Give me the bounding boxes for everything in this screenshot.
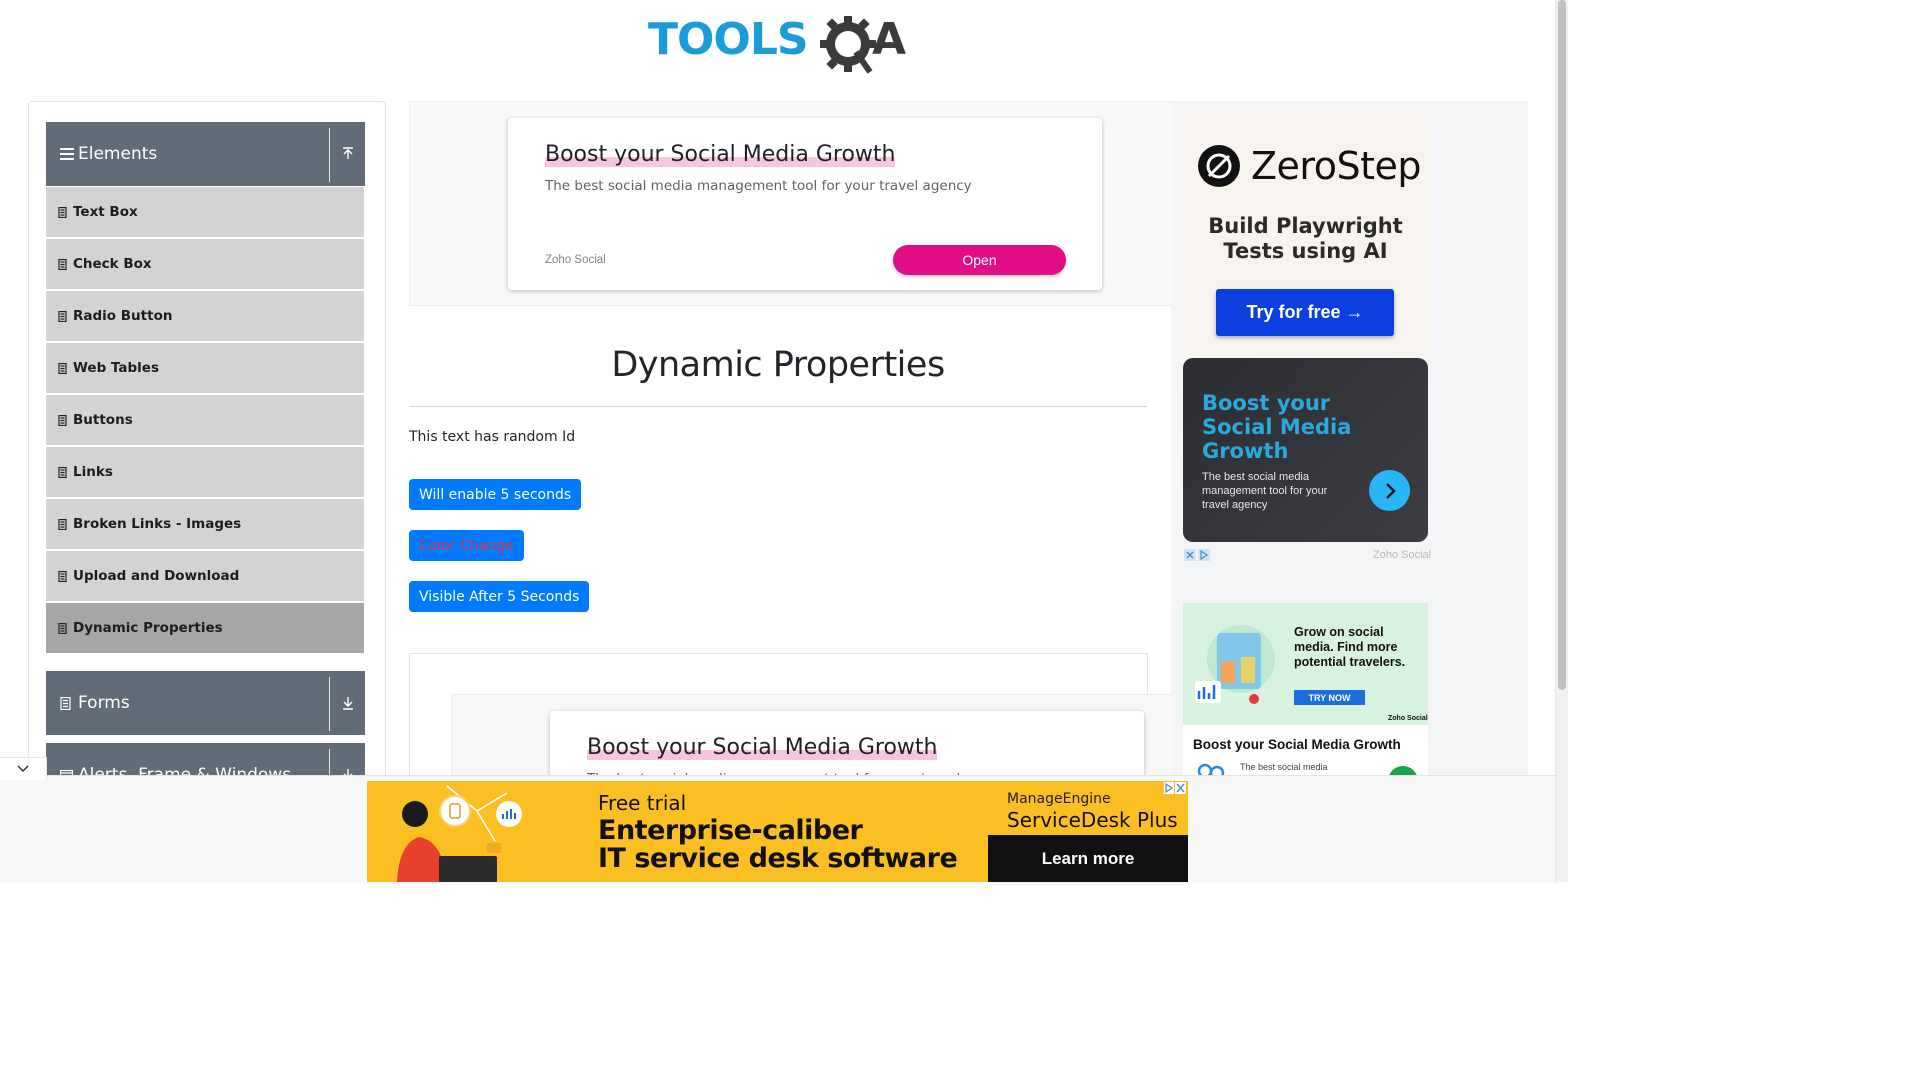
banner-headline-line-1: Enterprise-caliber <box>598 815 863 846</box>
menu-item-label: Buttons <box>73 412 133 428</box>
ad-image-area: Grow on social media. Find more potentia… <box>1183 603 1428 725</box>
zerostep-tagline: Build Playwright Tests using AI <box>1208 214 1403 263</box>
expand-arrow-icon[interactable] <box>338 693 358 713</box>
chevron-down-icon <box>17 765 29 773</box>
menu-item-label: Links <box>73 464 113 480</box>
zoho-dark-ad[interactable]: Boost your Social Media Growth The best … <box>1183 358 1428 542</box>
person-laptop-illustration-icon <box>397 785 522 882</box>
page-title: Dynamic Properties <box>611 345 945 385</box>
adchoices-icon[interactable] <box>1184 549 1210 561</box>
document-icon <box>58 206 67 218</box>
group-title: Elements <box>78 144 158 164</box>
ad-title: Boost your Social Media Growth <box>1193 737 1401 752</box>
group-title: Forms <box>78 693 130 713</box>
ad-open-button[interactable]: Open <box>893 245 1066 275</box>
ad-brand: Zoho Social <box>545 254 606 266</box>
menu-item-check-box[interactable]: Check Box <box>46 239 364 291</box>
menu-item-label: Dynamic Properties <box>73 620 223 636</box>
banner-headline: Enterprise-caliber IT service desk softw… <box>598 815 958 874</box>
ad-brand: Zoho Social <box>1373 549 1432 561</box>
document-icon <box>58 310 67 322</box>
ad-title: Boost your Social Media Growth <box>587 735 938 760</box>
form-icon <box>60 696 74 710</box>
banner-brand-product: ServiceDesk Plus <box>1007 808 1178 832</box>
document-icon <box>58 622 67 634</box>
title-divider <box>409 406 1147 407</box>
document-icon <box>58 570 67 582</box>
ad-title: Boost your Social Media Growth <box>1202 391 1352 463</box>
zerostep-name: ZeroStep <box>1251 144 1421 188</box>
document-icon <box>58 466 67 478</box>
menu-item-upload-download[interactable]: Upload and Download <box>46 551 364 603</box>
servicedesk-banner-ad[interactable]: Free trial Enterprise-caliber IT service… <box>367 781 1188 882</box>
ad-description: The best social media <box>1240 762 1328 772</box>
visible-after-button[interactable]: Visible After 5 Seconds <box>409 581 590 612</box>
top-ad-card[interactable]: Boost your Social Media Growth The best … <box>508 118 1102 290</box>
random-id-text: This text has random Id <box>409 429 576 445</box>
collapse-ad-button[interactable] <box>0 757 47 780</box>
document-icon <box>58 414 67 426</box>
hamburger-icon <box>60 148 74 160</box>
menu-item-label: Text Box <box>73 204 138 220</box>
collapse-arrow-icon[interactable] <box>338 144 358 164</box>
menu-item-dynamic-properties[interactable]: Dynamic Properties <box>46 603 364 655</box>
scrollbar-thumb[interactable] <box>1558 0 1566 690</box>
menu-item-label: Radio Button <box>73 308 173 324</box>
group-header-elements[interactable]: Elements <box>46 122 365 186</box>
learn-more-button[interactable]: Learn more <box>988 835 1188 882</box>
page-scrollbar[interactable] <box>1555 0 1568 882</box>
ad-description: The best social media management tool fo… <box>1202 471 1328 511</box>
travel-illustration-icon <box>1195 625 1275 704</box>
ad-description: The best social media management tool fo… <box>545 178 972 194</box>
menu-item-label: Check Box <box>73 256 152 272</box>
ad-title: Boost your Social Media Growth <box>545 142 896 167</box>
divider <box>329 128 330 182</box>
ad-headline: Grow on social media. Find more potentia… <box>1294 625 1406 669</box>
toolsqa-logo[interactable]: TOOLS A <box>648 12 910 74</box>
ad-close-icon[interactable] <box>1164 782 1186 794</box>
svg-text:A: A <box>872 14 906 65</box>
menu-item-radio-button[interactable]: Radio Button <box>46 291 364 343</box>
left-sidebar: Elements Text Box Check Box Radio Button… <box>28 101 386 803</box>
menu-item-label: Upload and Download <box>73 568 240 584</box>
chevron-right-icon[interactable] <box>1369 470 1410 511</box>
menu-item-label: Web Tables <box>73 360 159 376</box>
divider <box>329 677 330 731</box>
menu-item-web-tables[interactable]: Web Tables <box>46 343 364 395</box>
document-icon <box>58 258 67 270</box>
top-ad-container: Boost your Social Media Growth The best … <box>409 101 1173 306</box>
color-change-button[interactable]: Color Change <box>409 530 524 561</box>
document-icon <box>58 518 67 530</box>
toolsqa-logo-graphic: TOOLS A <box>648 14 906 74</box>
menu-item-label: Broken Links - Images <box>73 516 242 532</box>
banner-headline-line-2: IT service desk software <box>598 843 958 874</box>
svg-text:TOOLS: TOOLS <box>648 14 808 65</box>
menu-item-links[interactable]: Links <box>46 447 364 499</box>
document-icon <box>58 362 67 374</box>
enable-after-button[interactable]: Will enable 5 seconds <box>409 479 582 510</box>
inner-ad-container: Boost your Social Media Growth The best … <box>451 694 1173 831</box>
banner-brand-parent: ManageEngine <box>1007 791 1111 807</box>
zoho-green-ad[interactable]: Grow on social media. Find more potentia… <box>1183 603 1428 781</box>
group-header-forms[interactable]: Forms <box>46 671 365 735</box>
menu-item-broken-links[interactable]: Broken Links - Images <box>46 499 364 551</box>
banner-free-trial: Free trial <box>598 791 687 815</box>
menu-item-text-box[interactable]: Text Box <box>46 187 364 239</box>
menu-item-buttons[interactable]: Buttons <box>46 395 364 447</box>
try-free-button[interactable]: Try for free → <box>1216 289 1394 336</box>
zoho-badge: Zoho Social <box>1388 715 1428 722</box>
try-now-button[interactable]: TRY NOW <box>1294 690 1365 705</box>
zerostep-ad[interactable]: ZeroStep Build Playwright Tests using AI… <box>1183 114 1428 355</box>
zerostep-logo-icon <box>1198 145 1240 187</box>
